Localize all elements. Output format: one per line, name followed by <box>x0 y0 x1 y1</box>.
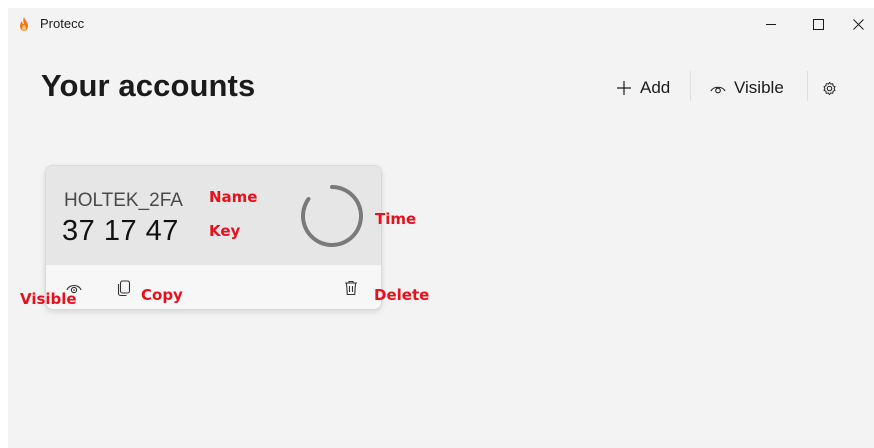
settings-button[interactable] <box>822 74 837 102</box>
annotation-time: Time <box>375 210 417 228</box>
flame-icon <box>20 17 28 31</box>
maximize-button[interactable] <box>795 8 841 40</box>
add-button[interactable]: Add <box>616 74 670 102</box>
page-title: Your accounts <box>41 68 256 103</box>
trash-icon <box>345 280 357 296</box>
toolbar-divider <box>807 71 808 101</box>
visible-toggle-button[interactable]: Visible <box>710 74 784 102</box>
app-title: Protecc <box>40 16 85 31</box>
copy-icon <box>117 279 131 296</box>
minimize-icon <box>766 23 776 25</box>
annotation-name: Name <box>209 188 258 206</box>
app-window: Protecc Your accounts Add Visible HOLTEK… <box>8 8 874 448</box>
delete-button[interactable] <box>341 278 361 298</box>
eye-icon <box>710 86 726 94</box>
add-button-label: Add <box>640 78 671 97</box>
annotation-copy: Copy <box>141 286 183 304</box>
annotation-delete: Delete <box>374 286 430 304</box>
annotation-visible: Visible <box>20 290 77 308</box>
visible-button-label: Visible <box>734 78 784 97</box>
close-icon <box>852 18 864 30</box>
minimize-button[interactable] <box>748 8 794 40</box>
copy-button[interactable] <box>114 278 134 298</box>
timer-ring <box>301 185 363 247</box>
account-key: 37 17 47 <box>62 215 179 247</box>
plus-icon <box>617 81 631 95</box>
annotation-key: Key <box>209 222 241 240</box>
close-button[interactable] <box>842 8 874 40</box>
account-card-header: HOLTEK_2FA 37 17 47 <box>46 166 381 265</box>
toolbar-divider <box>690 71 691 101</box>
gear-icon <box>823 81 836 95</box>
title-bar: Protecc <box>8 8 874 42</box>
timer-arc <box>301 185 363 247</box>
maximize-icon <box>812 18 824 30</box>
account-name: HOLTEK_2FA <box>64 190 183 211</box>
